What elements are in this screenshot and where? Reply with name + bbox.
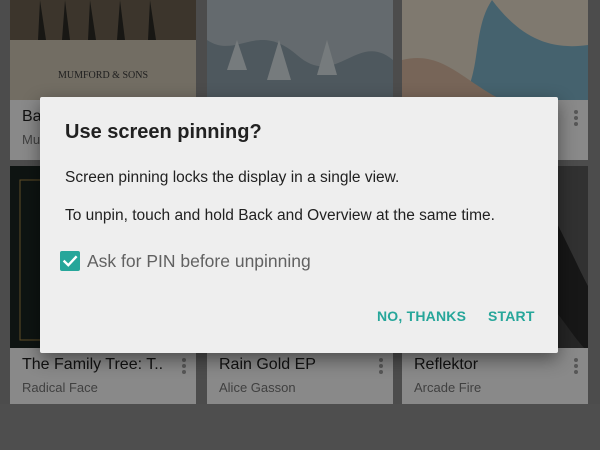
dialog-message-line-2: To unpin, touch and hold Back and Overvi… [65, 207, 495, 224]
screen-pinning-dialog: Use screen pinning? Screen pinning locks… [40, 97, 558, 353]
ask-pin-checkbox-label[interactable]: Ask for PIN before unpinning [87, 251, 311, 272]
ask-pin-checkbox[interactable] [60, 251, 80, 271]
start-button[interactable]: START [488, 308, 535, 324]
ask-pin-checkbox-row[interactable]: Ask for PIN before unpinning [60, 250, 360, 274]
checkmark-icon [62, 255, 78, 267]
dialog-title: Use screen pinning? [65, 121, 262, 143]
dialog-message-line-1: Screen pinning locks the display in a si… [65, 169, 400, 186]
no-thanks-button[interactable]: NO, THANKS [377, 308, 466, 324]
